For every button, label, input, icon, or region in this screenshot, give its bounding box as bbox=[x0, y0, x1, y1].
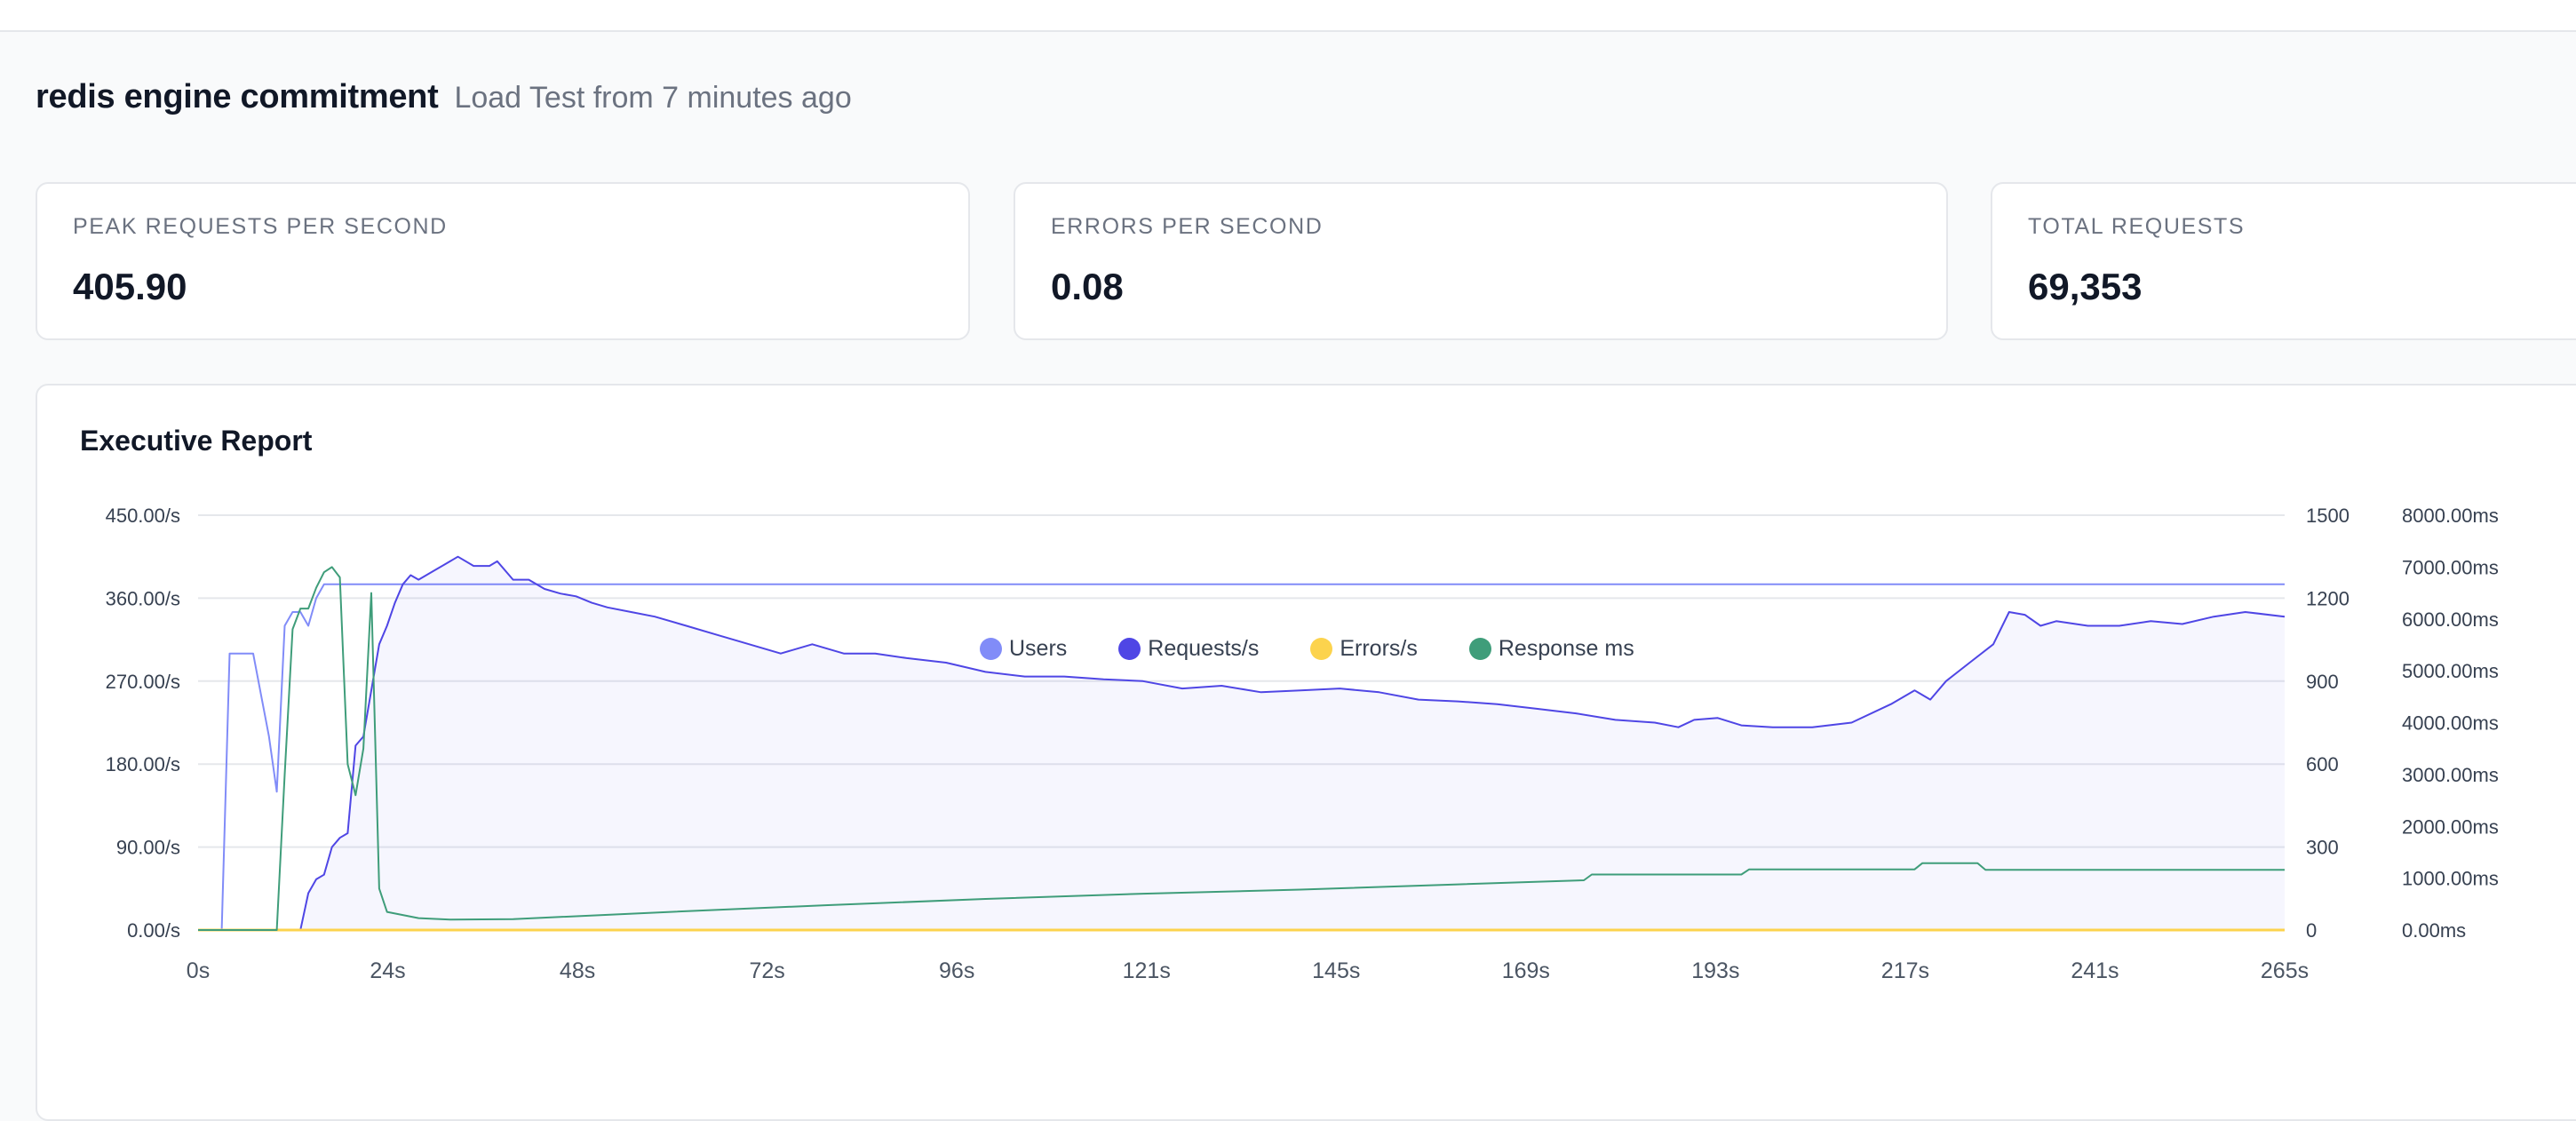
legend-swatch-users bbox=[980, 638, 1002, 660]
y-left-tick-label: 360.00/s bbox=[106, 587, 180, 609]
y-users-tick-label: 300 bbox=[2306, 837, 2339, 859]
y-response-tick-label: 4000.00ms bbox=[2402, 712, 2499, 735]
y-response-tick-label: 1000.00ms bbox=[2402, 868, 2499, 890]
x-tick-label: 265s bbox=[2261, 958, 2309, 983]
x-tick-label: 0s bbox=[187, 958, 210, 983]
legend-swatch-response bbox=[1468, 638, 1491, 660]
y-response-tick-label: 5000.00ms bbox=[2402, 660, 2499, 682]
legend-swatch-errors bbox=[1310, 638, 1333, 660]
legend-swatch-requests bbox=[1118, 638, 1141, 660]
legend-item-errors[interactable]: Errors/s bbox=[1310, 636, 1418, 662]
executive-report-chart: 0.00/s 90.00/s 180.00/s 270.00/s 360.00/s 450… bbox=[106, 505, 2499, 983]
y-left-tick-label: 180.00/s bbox=[106, 753, 180, 775]
legend-label-response: Response ms bbox=[1498, 636, 1634, 661]
y-response-tick-label: 7000.00ms bbox=[2402, 556, 2499, 578]
legend-item-response[interactable]: Response ms bbox=[1468, 636, 1634, 662]
y-users-tick-label: 0 bbox=[2306, 919, 2317, 942]
y-response-tick-label: 8000.00ms bbox=[2402, 505, 2499, 527]
x-tick-label: 169s bbox=[1502, 958, 1550, 983]
y-users-tick-label: 1500 bbox=[2306, 505, 2349, 527]
y-users-tick-label: 1200 bbox=[2306, 587, 2349, 609]
y-response-tick-label: 6000.00ms bbox=[2402, 608, 2499, 631]
x-tick-label: 48s bbox=[560, 958, 595, 983]
x-tick-label: 241s bbox=[2071, 958, 2119, 983]
y-users-tick-label: 900 bbox=[2306, 671, 2339, 693]
y-response-tick-label: 0.00ms bbox=[2402, 919, 2466, 942]
x-tick-label: 193s bbox=[1691, 958, 1739, 983]
y-left-tick-label: 0.00/s bbox=[127, 919, 180, 942]
legend-item-users[interactable]: Users bbox=[980, 636, 1067, 662]
x-tick-label: 217s bbox=[1881, 958, 1929, 983]
x-tick-label: 24s bbox=[370, 958, 405, 983]
chart-legend: Users Requests/s Errors/s Response ms bbox=[980, 636, 1686, 662]
legend-label-users: Users bbox=[1009, 636, 1068, 661]
x-tick-label: 96s bbox=[939, 958, 974, 983]
x-tick-label: 145s bbox=[1312, 958, 1360, 983]
y-left-tick-label: 450.00/s bbox=[106, 505, 180, 527]
y-left-tick-label: 90.00/s bbox=[116, 837, 180, 859]
legend-label-errors: Errors/s bbox=[1340, 636, 1418, 661]
x-tick-label: 121s bbox=[1123, 958, 1171, 983]
y-response-tick-label: 2000.00ms bbox=[2402, 815, 2499, 838]
y-left-tick-label: 270.00/s bbox=[106, 671, 180, 693]
series-area-requests-s bbox=[198, 556, 2285, 930]
y-users-tick-label: 600 bbox=[2306, 753, 2339, 775]
y-response-tick-label: 3000.00ms bbox=[2402, 764, 2499, 786]
legend-item-requests[interactable]: Requests/s bbox=[1118, 636, 1259, 662]
x-tick-label: 72s bbox=[749, 958, 784, 983]
legend-label-requests: Requests/s bbox=[1148, 636, 1260, 661]
